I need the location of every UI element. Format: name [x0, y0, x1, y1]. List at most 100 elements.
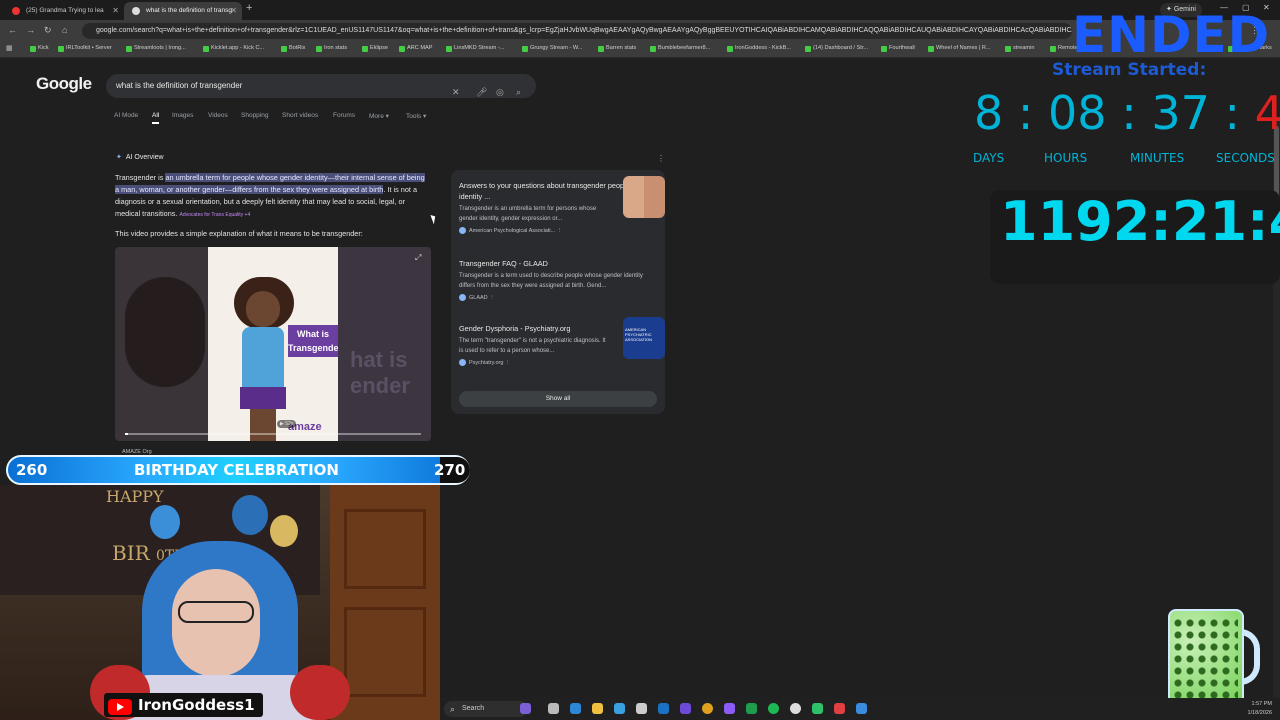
microphone-icon[interactable]: 🎤︎: [476, 80, 487, 104]
tab-short-videos[interactable]: Short videos: [282, 112, 318, 119]
new-tab-button[interactable]: +: [246, 2, 252, 14]
bookmark-item[interactable]: IRLToolkit • Server: [58, 45, 112, 52]
taskbar-search[interactable]: Search: [444, 701, 528, 717]
tab-all[interactable]: All: [152, 112, 160, 124]
bookmark-item[interactable]: (14) Dashboard / Str...: [805, 45, 868, 52]
bookmark-item[interactable]: Streamloots | Irong...: [126, 45, 186, 52]
days-label: DAYS: [973, 151, 1005, 165]
video-intro: This video provides a simple explanation…: [115, 229, 363, 238]
windows-taskbar: Search 1:57 PM 1/18/2026: [440, 698, 1280, 720]
tab-ai-mode[interactable]: AI Mode: [114, 112, 138, 119]
birthday-celebration-banner: 260 BIRTHDAY CELEBRATION 270: [6, 455, 470, 485]
app-icon[interactable]: [680, 703, 691, 714]
taskbar-clock[interactable]: 1:57 PM 1/18/2026: [1248, 700, 1272, 718]
back-icon[interactable]: ←: [8, 25, 17, 35]
bookmark-item[interactable]: streamin: [1005, 45, 1034, 52]
hours-value: 08: [1048, 86, 1107, 140]
bookmark-item[interactable]: Barren stats: [598, 45, 636, 52]
bookmark-item[interactable]: Bumblebeefarmer8...: [650, 45, 710, 52]
ai-overview-header: ✦ AI Overview: [116, 153, 164, 161]
task-view-icon[interactable]: [548, 703, 559, 714]
source-chip[interactable]: Advocates for Trans Equality +4: [180, 212, 251, 218]
tab-forums[interactable]: Forums: [333, 112, 355, 119]
app-icon-red[interactable]: [834, 703, 845, 714]
beer-mug-icon: [1166, 603, 1260, 713]
sources-panel: Answers to your questions about transgen…: [451, 170, 665, 414]
source-card[interactable]: Answers to your questions about transgen…: [459, 176, 665, 234]
source-description: The term "transgender" is not a psychiat…: [459, 338, 606, 354]
ai-overview-label: AI Overview: [125, 154, 164, 161]
app-icon-blue[interactable]: [856, 703, 867, 714]
home-icon[interactable]: ⌂: [62, 25, 67, 35]
edge-browser-icon[interactable]: [614, 703, 625, 714]
webcam-feed: HAPPY BIR 0TH: [0, 485, 440, 720]
video-progress-bar[interactable]: [125, 433, 421, 435]
xbox-icon[interactable]: [746, 703, 757, 714]
video-duration: ▶ 52s: [277, 420, 297, 428]
spotify-icon[interactable]: [768, 703, 779, 714]
ai-overview-text: Transgender is an umbrella term for peop…: [115, 172, 430, 221]
kick-icon[interactable]: [812, 703, 823, 714]
source-site-name: GLAAD: [469, 294, 488, 301]
search-input[interactable]: what is the definition of transgender ✕ …: [106, 74, 536, 98]
minutes-label: MINUTES: [1130, 151, 1185, 165]
widget-icon[interactable]: [520, 703, 531, 714]
lens-icon[interactable]: ◎: [496, 80, 504, 104]
reload-icon[interactable]: ↻: [44, 25, 52, 36]
clear-icon[interactable]: ✕: [452, 80, 460, 104]
minutes-value: 37: [1151, 86, 1210, 140]
clock-time: 1:57 PM: [1251, 701, 1272, 707]
bookmark-item[interactable]: Fourthwall: [881, 45, 915, 52]
bookmark-item[interactable]: Wheel of Names | R...: [928, 45, 991, 52]
tab-youtube[interactable]: (25) Grandma Trying to lea ✕: [4, 2, 124, 20]
google-logo[interactable]: Google: [36, 74, 92, 94]
close-tab-icon[interactable]: ✕: [230, 2, 237, 20]
apps-icon[interactable]: ▦: [6, 44, 13, 52]
banner-title: BIRTHDAY CELEBRATION: [134, 461, 339, 479]
puff-sleeve-right: [290, 665, 350, 720]
tab-videos[interactable]: Videos: [208, 112, 228, 119]
glasses: [178, 601, 254, 623]
bookmark-item[interactable]: BotRix: [281, 45, 305, 52]
character-body: [242, 327, 284, 389]
file-explorer-icon[interactable]: [592, 703, 603, 714]
discord-icon[interactable]: [724, 703, 735, 714]
expand-icon[interactable]: ⤢: [415, 253, 421, 263]
search-icon[interactable]: ⌕: [516, 80, 521, 104]
outlook-icon[interactable]: [658, 703, 669, 714]
video-player[interactable]: What is Transgender amaze hat is ender ▶ …: [115, 247, 431, 441]
tab-google-search[interactable]: what is the definition of transg ✕: [124, 2, 242, 20]
bookmark-item[interactable]: Iron stats: [316, 45, 347, 52]
chrome-icon[interactable]: [702, 703, 713, 714]
bookmark-item[interactable]: LinsMKD Stream -...: [446, 45, 504, 52]
tab-label: what is the definition of transg: [146, 7, 232, 14]
balloon: [270, 515, 298, 547]
edge-icon[interactable]: [570, 703, 581, 714]
tab-more[interactable]: More ▾: [369, 112, 389, 120]
seconds-value: 41: [1254, 86, 1280, 140]
source-card[interactable]: Gender Dysphoria - Psychiatry.org The te…: [459, 317, 665, 366]
bookmark-item[interactable]: IronGoddess - KickB...: [727, 45, 791, 52]
store-icon[interactable]: [636, 703, 647, 714]
tab-shopping[interactable]: Shopping: [241, 112, 268, 119]
video-blur-right: hat is ender: [338, 247, 431, 441]
bookmark-item[interactable]: Grungy Stream - W...: [522, 45, 583, 52]
source-card[interactable]: Transgender FAQ - GLAAD Transgender is a…: [459, 258, 659, 301]
close-tab-icon[interactable]: ✕: [112, 2, 119, 20]
bookmark-item[interactable]: Eklipse: [362, 45, 388, 52]
address-bar[interactable]: google.com/search?q=what+is+the+definiti…: [82, 23, 1072, 39]
source-description: Transgender is an umbrella term for pers…: [459, 206, 597, 222]
youtube-handle-tag: IronGoddess1: [104, 693, 263, 717]
bookmark-item[interactable]: Kick: [30, 45, 49, 52]
source-title[interactable]: Transgender FAQ - GLAAD: [459, 258, 659, 269]
tab-tools[interactable]: Tools ▾: [406, 112, 426, 120]
show-all-button[interactable]: Show all: [459, 391, 657, 407]
door-panel: [344, 509, 426, 589]
more-options-icon[interactable]: ⋮: [657, 154, 665, 163]
bookmark-item[interactable]: ARC MAP: [399, 45, 433, 52]
tab-images[interactable]: Images: [172, 112, 193, 119]
forward-icon[interactable]: →: [26, 25, 35, 35]
goal-target: 270: [434, 461, 466, 479]
obs-icon[interactable]: [790, 703, 801, 714]
bookmark-item[interactable]: Kicklet.app - Kick C...: [203, 45, 264, 52]
